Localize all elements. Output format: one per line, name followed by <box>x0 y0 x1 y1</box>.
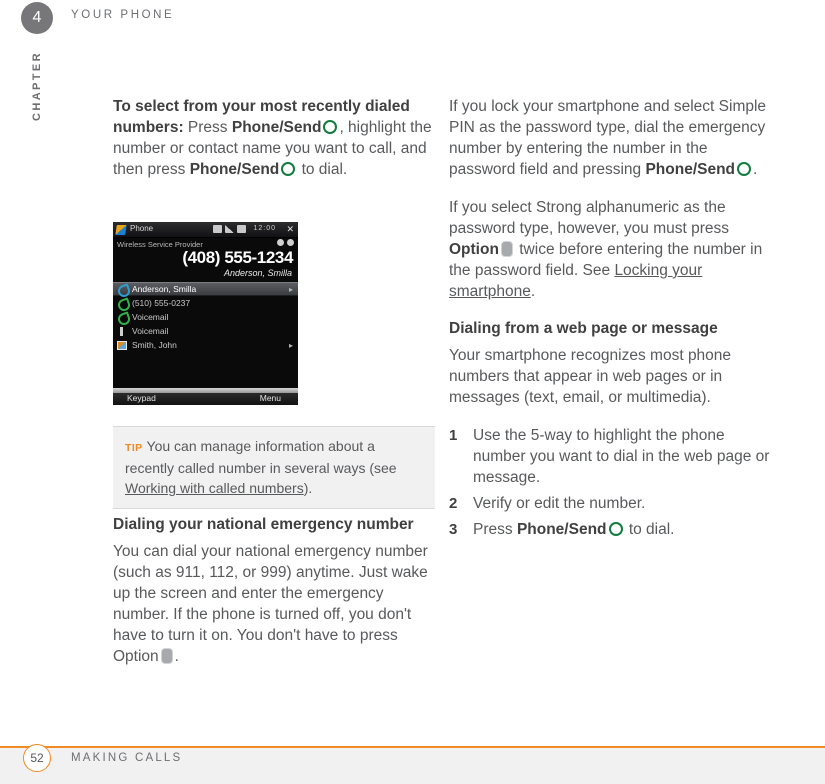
step-number: 3 <box>449 521 458 538</box>
phone-dialed-number: (408) 555-1234 <box>182 248 293 267</box>
step-number: 2 <box>449 495 458 512</box>
phone-out-icon <box>117 312 128 323</box>
list-item-label: Smith, John <box>132 340 177 350</box>
step-text: Use the 5-way to highlight the phone num… <box>473 427 770 486</box>
list-item-label: Voicemail <box>132 326 169 336</box>
battery-icon <box>237 225 246 233</box>
step-text: Press Phone/Send to dial. <box>473 519 771 540</box>
phone-corner-icons <box>277 239 294 246</box>
tip-label: TIP <box>125 442 143 454</box>
list-item: 1 Use the 5-way to highlight the phone n… <box>449 425 771 488</box>
phone-out-icon <box>117 298 128 309</box>
softkey-keypad[interactable]: Keypad <box>127 393 156 403</box>
left-column: To select from your most recently dialed… <box>113 96 435 197</box>
numbered-steps-list: 1 Use the 5-way to highlight the phone n… <box>449 425 771 540</box>
strong-alpha-t1: If you select Strong alphanumeric as the… <box>449 199 729 237</box>
page-footer: 52 MAKING CALLS <box>0 744 825 784</box>
footer-title: MAKING CALLS <box>71 752 183 764</box>
phone-send-key-icon <box>281 162 296 176</box>
option-key-icon <box>160 648 173 664</box>
list-item: 3 Press Phone/Send to dial. <box>449 519 771 540</box>
tip-callout: TIP You can manage information about a re… <box>113 426 435 509</box>
chapter-vertical-label-text: CHAPTER <box>31 51 43 121</box>
tip-crossref-link[interactable]: Working with called numbers <box>125 480 304 496</box>
page-header: 4 YOUR PHONE <box>0 0 825 34</box>
step3-bold: Phone/Send <box>516 521 607 538</box>
paragraph-strong-alphanumeric: If you select Strong alphanumeric as the… <box>449 197 771 302</box>
chevron-right-icon: ▸ <box>288 284 293 294</box>
left-column-lower: Dialing your national emergency number Y… <box>113 515 435 684</box>
list-item[interactable]: Voicemail <box>113 310 298 324</box>
option-key-icon <box>500 241 513 257</box>
list-item: 2 Verify or edit the number. <box>449 493 771 514</box>
list-item-label: Anderson, Smilla <box>132 284 197 294</box>
recent-dial-t3: to dial. <box>297 161 348 178</box>
chapter-number-badge: 4 <box>21 2 53 34</box>
strong-alpha-b1: Option <box>449 241 499 258</box>
tip-text-1: You can manage information about a recen… <box>125 438 397 476</box>
recent-dial-b2: Phone/Send <box>189 161 280 178</box>
page-number-badge: 52 <box>23 744 51 772</box>
phone-screenshot-figure: Phone 12:00 ✕ Wireless Service Provider … <box>113 222 298 405</box>
message-icon <box>213 225 222 233</box>
list-item[interactable]: Smith, John ▸ <box>113 338 298 352</box>
list-item-label: (510) 555-0237 <box>132 298 191 308</box>
tip-text-2: ). <box>303 480 313 496</box>
list-item[interactable]: Voicemail <box>113 324 298 338</box>
list-item[interactable]: Anderson, Smilla ▸ <box>113 282 298 296</box>
phone-status-icons <box>213 225 246 233</box>
speaker-icon <box>287 239 294 246</box>
paragraph-webpage-intro: Your smartphone recognizes most phone nu… <box>449 347 732 406</box>
header-title: YOUR PHONE <box>71 9 175 21</box>
recent-dial-t1: Press <box>183 119 232 136</box>
contact-card-icon <box>117 340 128 351</box>
emergency-text-1: You can dial your national emergency num… <box>113 543 428 665</box>
paragraph-emergency: You can dial your national emergency num… <box>113 541 435 667</box>
step-number: 1 <box>449 427 458 444</box>
phone-in-icon <box>117 284 128 295</box>
phone-send-key-icon <box>323 120 338 134</box>
paragraph-simple-pin: If you lock your smartphone and select S… <box>449 96 771 180</box>
phone-app-title: Phone <box>130 224 154 233</box>
signal-icon <box>225 225 234 233</box>
voicemail-icon <box>117 326 128 337</box>
windows-logo-icon <box>115 225 127 235</box>
recent-dial-b1: Phone/Send <box>231 119 322 136</box>
chapter-vertical-label: CHAPTER <box>0 44 76 134</box>
chevron-right-icon: ▸ <box>288 340 293 350</box>
step3-post: to dial. <box>624 521 675 538</box>
step-text: Verify or edit the number. <box>473 495 646 512</box>
heading-emergency: Dialing your national emergency number <box>113 516 414 533</box>
phone-send-key-icon <box>608 522 623 536</box>
simple-pin-b1: Phone/Send <box>645 161 736 178</box>
step3-pre: Press <box>473 521 517 538</box>
strong-alpha-t3: . <box>530 283 536 300</box>
phone-clock: 12:00 <box>253 225 276 232</box>
phone-call-list: Anderson, Smilla ▸ (510) 555-0237 Voicem… <box>113 282 298 352</box>
phone-softkey-bar: Keypad Menu <box>113 388 298 405</box>
emergency-text-2: . <box>174 648 179 665</box>
softkey-menu[interactable]: Menu <box>260 393 281 403</box>
heading-webpage-dialing: Dialing from a web page or message <box>449 320 718 337</box>
phone-send-key-icon <box>737 162 752 176</box>
simple-pin-t2: . <box>753 161 758 178</box>
paragraph-recent-dial: To select from your most recently dialed… <box>113 96 435 180</box>
phone-titlebar: Phone 12:00 ✕ <box>113 222 298 238</box>
list-item[interactable]: (510) 555-0237 <box>113 296 298 310</box>
list-item-label: Voicemail <box>132 312 169 322</box>
phone-caller-name: Anderson, Smilla <box>223 268 292 278</box>
close-icon: ✕ <box>286 224 294 234</box>
call-history-icon <box>277 239 284 246</box>
right-column: If you lock your smartphone and select S… <box>449 96 771 545</box>
